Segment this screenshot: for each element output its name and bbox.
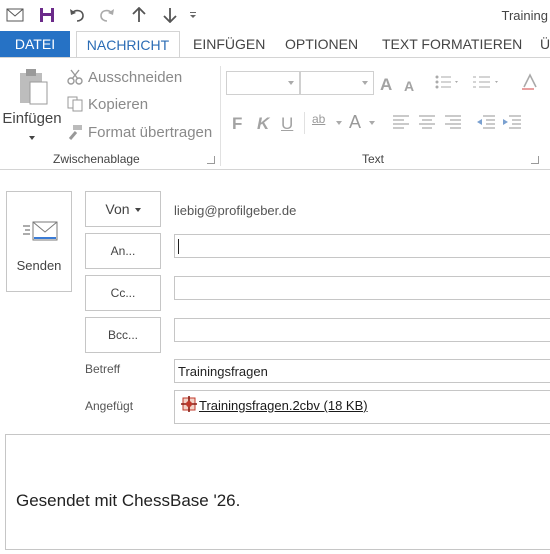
up-arrow-icon[interactable] bbox=[129, 5, 149, 25]
customize-icon[interactable] bbox=[186, 5, 200, 25]
bold-button[interactable]: F bbox=[232, 114, 242, 134]
down-arrow-icon[interactable] bbox=[160, 5, 180, 25]
undo-icon[interactable] bbox=[67, 5, 87, 25]
copy-label: Kopieren bbox=[88, 95, 149, 113]
clipboard-launcher-icon[interactable] bbox=[207, 156, 215, 164]
copy-button[interactable]: Kopieren bbox=[66, 93, 148, 115]
font-family-select[interactable] bbox=[226, 71, 300, 95]
bcc-button[interactable]: Bcc... bbox=[85, 317, 161, 353]
tab-review[interactable]: Ü bbox=[540, 31, 550, 58]
subject-label: Betreff bbox=[85, 362, 121, 376]
chevron-down-icon bbox=[369, 121, 375, 125]
grow-font-button[interactable]: A bbox=[380, 75, 392, 95]
font-color-button[interactable]: A bbox=[349, 110, 383, 136]
align-left-icon[interactable] bbox=[392, 114, 410, 133]
increase-indent-icon[interactable] bbox=[502, 114, 522, 133]
chevron-down-icon bbox=[134, 208, 141, 213]
bullets-icon[interactable] bbox=[435, 74, 461, 93]
clipboard-group-label: Zwischenablage bbox=[53, 152, 140, 166]
font-size-select[interactable] bbox=[300, 71, 374, 95]
text-launcher-icon[interactable] bbox=[531, 156, 539, 164]
font-color-label: A bbox=[349, 112, 362, 132]
cut-label: Ausschneiden bbox=[88, 68, 183, 86]
to-field[interactable] bbox=[174, 234, 550, 258]
divider bbox=[304, 112, 305, 134]
redo-icon[interactable] bbox=[97, 5, 117, 25]
from-button-label: Von bbox=[105, 201, 130, 217]
format-painter-button[interactable]: Format übertragen bbox=[66, 121, 212, 143]
group-separator bbox=[220, 66, 221, 166]
send-label: Senden bbox=[16, 258, 62, 273]
italic-button[interactable]: K bbox=[257, 114, 269, 134]
tab-options[interactable]: OPTIONEN bbox=[285, 31, 358, 58]
align-right-icon[interactable] bbox=[444, 114, 462, 133]
quick-access-toolbar: Training bbox=[0, 0, 550, 31]
send-mail-icon bbox=[22, 220, 58, 245]
decrease-indent-icon[interactable] bbox=[476, 114, 496, 133]
attachment-link[interactable]: Trainingsfragen.2cbv (18 KB) bbox=[199, 398, 368, 413]
clipboard-icon bbox=[17, 68, 49, 109]
cut-button[interactable]: Ausschneiden bbox=[66, 66, 182, 88]
chevron-down-icon bbox=[336, 121, 342, 125]
paste-button[interactable]: Einfügen bbox=[2, 66, 62, 148]
tab-insert[interactable]: EINFÜGEN bbox=[193, 31, 265, 58]
highlight-button[interactable]: ab bbox=[312, 110, 344, 136]
tab-file[interactable]: DATEI bbox=[0, 31, 70, 58]
ribbon-tabs: DATEI NACHRICHT EINFÜGEN OPTIONEN TEXT F… bbox=[0, 31, 550, 58]
subject-value: Trainingsfragen bbox=[178, 364, 268, 379]
attached-label: Angefügt bbox=[85, 399, 134, 413]
text-group-label: Text bbox=[362, 152, 385, 166]
subject-field[interactable]: Trainingsfragen bbox=[174, 359, 550, 383]
send-button[interactable]: Senden bbox=[6, 191, 72, 292]
message-body[interactable]: Gesendet mit ChessBase '26. bbox=[5, 434, 550, 550]
bcc-field[interactable] bbox=[174, 318, 550, 342]
ribbon: Einfügen Ausschneiden Kopieren Format üb… bbox=[0, 57, 550, 170]
align-center-icon[interactable] bbox=[418, 114, 436, 133]
to-button[interactable]: An... bbox=[85, 233, 161, 269]
highlight-label: ab bbox=[312, 112, 326, 126]
styles-icon[interactable] bbox=[520, 72, 540, 95]
chevron-down-icon bbox=[29, 136, 35, 140]
paste-label: Einfügen bbox=[2, 110, 62, 127]
window-title: Training bbox=[501, 8, 548, 23]
attachment-box: Trainingsfragen.2cbv (18 KB) bbox=[174, 390, 550, 424]
from-button[interactable]: Von bbox=[85, 191, 161, 227]
copy-icon bbox=[66, 95, 84, 113]
underline-button[interactable]: U bbox=[281, 114, 293, 134]
numbering-icon[interactable] bbox=[472, 74, 502, 93]
tab-message[interactable]: NACHRICHT bbox=[76, 31, 180, 58]
tab-format-text[interactable]: TEXT FORMATIEREN bbox=[382, 31, 522, 58]
text-cursor bbox=[178, 239, 179, 254]
from-address: liebig@profilgeber.de bbox=[174, 203, 297, 218]
shrink-font-button[interactable]: A bbox=[404, 78, 414, 94]
format-painter-label: Format übertragen bbox=[88, 123, 213, 141]
chessbase-file-icon bbox=[180, 395, 198, 413]
message-body-text: Gesendet mit ChessBase '26. bbox=[16, 491, 241, 510]
cc-field[interactable] bbox=[174, 276, 550, 300]
paintbrush-icon bbox=[66, 123, 84, 141]
save-icon[interactable] bbox=[37, 5, 57, 25]
scissors-icon bbox=[66, 68, 84, 86]
mail-icon[interactable] bbox=[5, 5, 25, 25]
cc-button[interactable]: Cc... bbox=[85, 275, 161, 311]
